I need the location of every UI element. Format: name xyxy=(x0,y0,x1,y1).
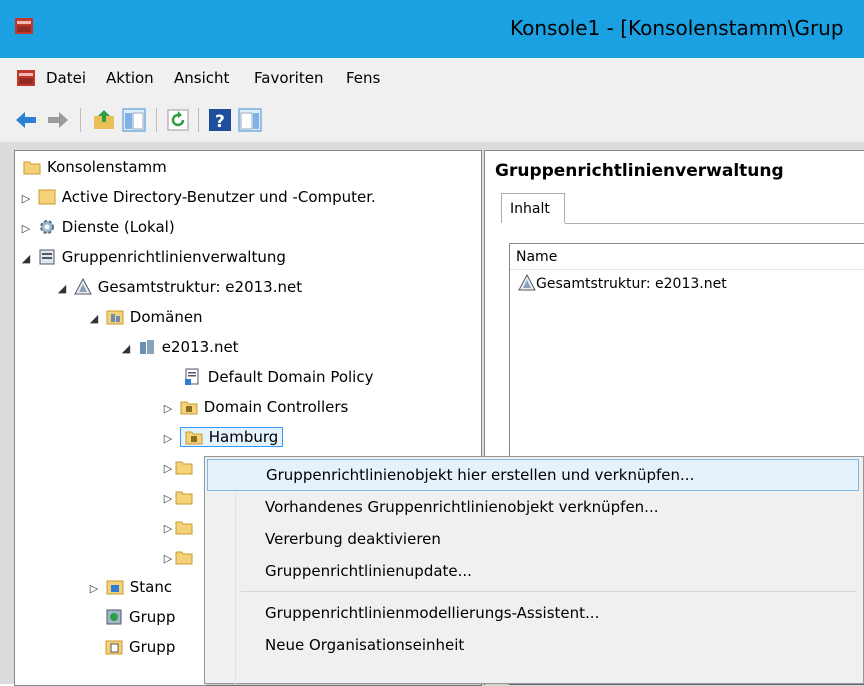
tree-label: Domain Controllers xyxy=(203,398,349,416)
tree-label: Domänen xyxy=(129,308,203,326)
tree-item-hidden-ou[interactable]: ▷ xyxy=(161,543,193,571)
expand-arrow-icon[interactable]: ▷ xyxy=(161,545,175,573)
tree-item-gp-modeling[interactable]: Grupp xyxy=(105,603,175,631)
menu-separator xyxy=(241,591,857,592)
toolbar-separator xyxy=(198,108,199,132)
tree-item-ad-users[interactable]: ▷ Active Directory-Benutzer und -Compute… xyxy=(19,183,376,211)
tree-label: Stanc xyxy=(129,578,173,596)
forest-triangle-icon xyxy=(518,274,536,291)
ou-folder-icon xyxy=(175,521,193,534)
ou-folder-icon xyxy=(175,551,193,564)
menu-aktion[interactable]: Aktion xyxy=(106,69,154,87)
gp-results-icon xyxy=(105,640,123,654)
tree-label: Grupp xyxy=(129,638,176,656)
ou-folder-icon xyxy=(185,431,203,444)
column-header-name[interactable]: Name xyxy=(510,244,864,270)
gear-icon xyxy=(39,219,54,234)
window-title: Konsole1 - [Konsolenstamm\Grup xyxy=(510,16,844,40)
mmc-app-icon[interactable] xyxy=(14,16,34,36)
tab-underline xyxy=(565,223,864,224)
expand-arrow-icon[interactable]: ▷ xyxy=(161,485,175,513)
tree-item-e2013net[interactable]: ◢ e2013.net xyxy=(119,333,239,361)
expand-arrow-icon[interactable]: ▷ xyxy=(161,425,175,453)
show-hide-tree-icon[interactable] xyxy=(122,108,146,132)
tree-label: e2013.net xyxy=(161,338,239,356)
expand-arrow-icon[interactable]: ▷ xyxy=(87,575,101,603)
tree-item-hidden-ou[interactable]: ▷ xyxy=(161,483,193,511)
tree-item-standorte[interactable]: ▷ Stanc xyxy=(87,573,172,601)
tree-label: Grupp xyxy=(129,608,176,626)
back-arrow-icon[interactable] xyxy=(14,108,38,132)
menu-item-block-inheritance[interactable]: Vererbung deaktivieren xyxy=(207,523,859,555)
collapse-arrow-icon[interactable]: ◢ xyxy=(119,335,133,363)
menu-item-create-gpo[interactable]: Gruppenrichtlinienobjekt hier erstellen … xyxy=(207,459,859,491)
ou-folder-icon xyxy=(180,401,198,414)
tree-item-hidden-ou[interactable]: ▷ xyxy=(161,513,193,541)
expand-arrow-icon[interactable]: ▷ xyxy=(19,215,33,243)
folder-icon xyxy=(23,161,41,174)
collapse-arrow-icon[interactable]: ◢ xyxy=(19,245,33,273)
expand-arrow-icon[interactable]: ▷ xyxy=(161,395,175,423)
forward-arrow-icon[interactable] xyxy=(46,108,70,132)
menu-fenster[interactable]: Fens xyxy=(346,69,380,87)
gpo-link-icon xyxy=(184,368,199,385)
domains-icon xyxy=(106,310,124,324)
tree-label: Dienste (Lokal) xyxy=(61,218,175,236)
forest-triangle-icon xyxy=(73,277,92,294)
gpmc-icon xyxy=(39,249,55,264)
menu-item-new-ou[interactable]: Neue Organisationseinheit xyxy=(207,629,859,661)
title-bar: Konsole1 - [Konsolenstamm\Grup xyxy=(0,0,864,58)
toolbar-separator xyxy=(80,108,81,132)
toolbar-separator xyxy=(156,108,157,132)
tree-item-konsolenstamm[interactable]: Konsolenstamm xyxy=(23,153,167,181)
tree-item-hamburg[interactable]: ▷ Hamburg xyxy=(161,423,284,453)
tree-label: Gruppenrichtlinienverwaltung xyxy=(61,248,286,266)
ou-folder-icon xyxy=(175,491,193,504)
tree-label: Default Domain Policy xyxy=(207,368,374,386)
collapse-arrow-icon[interactable]: ◢ xyxy=(87,305,101,333)
mmc-menu-icon[interactable] xyxy=(16,68,36,88)
menu-favoriten[interactable]: Favoriten xyxy=(254,69,323,87)
tree-item-hidden-ou[interactable]: ▷ xyxy=(161,453,193,481)
tab-inhalt[interactable]: Inhalt xyxy=(501,193,565,223)
tree-item-dienste[interactable]: ▷ Dienste (Lokal) xyxy=(19,213,175,241)
context-menu: Gruppenrichtlinienobjekt hier erstellen … xyxy=(204,456,864,685)
tree-label: Active Directory-Benutzer und -Computer. xyxy=(61,188,376,206)
tree-item-gpmc[interactable]: ◢ Gruppenrichtlinienverwaltung xyxy=(19,243,286,271)
expand-arrow-icon[interactable]: ▷ xyxy=(19,185,33,213)
ou-folder-icon xyxy=(175,461,193,474)
refresh-icon[interactable] xyxy=(166,108,190,132)
help-icon[interactable]: ? xyxy=(208,108,232,132)
list-item[interactable]: Gesamtstruktur: e2013.net xyxy=(518,272,727,296)
svg-text:?: ? xyxy=(215,112,225,132)
tree-item-forest[interactable]: ◢ Gesamtstruktur: e2013.net xyxy=(55,273,302,301)
menu-item-link-existing-gpo[interactable]: Vorhandenes Gruppenrichtlinienobjekt ver… xyxy=(207,491,859,523)
tree-item-default-domain-policy[interactable]: Default Domain Policy xyxy=(165,363,373,391)
menu-bar: Datei Aktion Ansicht Favoriten Fens xyxy=(0,58,864,99)
menu-item-modeling-wizard[interactable]: Gruppenrichtlinienmodellierungs-Assisten… xyxy=(207,597,859,629)
tree-label: Gesamtstruktur: e2013.net xyxy=(97,278,303,296)
tree-label: Konsolenstamm xyxy=(47,158,167,176)
list-item-label: Gesamtstruktur: e2013.net xyxy=(536,276,727,292)
tree-item-gp-results[interactable]: Grupp xyxy=(105,633,175,661)
collapse-arrow-icon[interactable]: ◢ xyxy=(55,275,69,303)
details-title: Gruppenrichtlinienverwaltung xyxy=(495,161,784,181)
gp-modeling-icon xyxy=(106,609,122,624)
toolbar: ? xyxy=(0,98,864,143)
sites-icon xyxy=(106,580,124,594)
show-hide-action-pane-icon[interactable] xyxy=(238,108,262,132)
menu-ansicht[interactable]: Ansicht xyxy=(174,69,229,87)
menu-item-gp-update[interactable]: Gruppenrichtlinienupdate... xyxy=(207,555,859,587)
tree-label: Hamburg xyxy=(208,428,279,446)
expand-arrow-icon[interactable]: ▷ xyxy=(161,455,175,483)
ad-users-icon xyxy=(38,189,56,204)
domain-icon xyxy=(139,339,154,354)
tree-item-domaenen[interactable]: ◢ Domänen xyxy=(87,303,203,331)
menu-datei[interactable]: Datei xyxy=(46,69,86,87)
selected-item-highlight: Hamburg xyxy=(179,427,284,447)
up-folder-icon[interactable] xyxy=(92,108,116,132)
expand-arrow-icon[interactable]: ▷ xyxy=(161,515,175,543)
tree-item-domain-controllers[interactable]: ▷ Domain Controllers xyxy=(161,393,349,423)
